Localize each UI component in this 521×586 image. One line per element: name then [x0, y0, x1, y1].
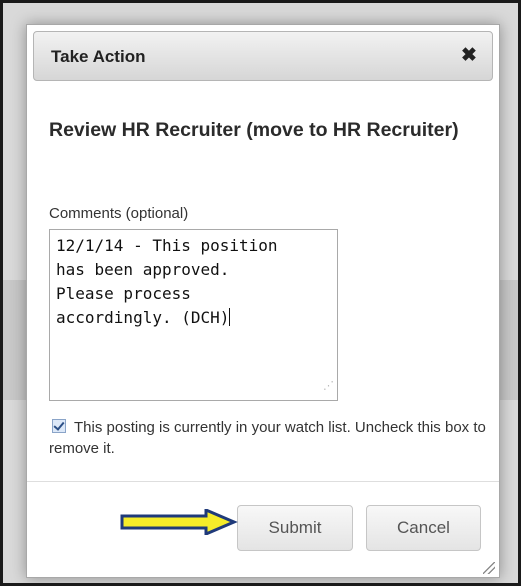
dialog-titlebar[interactable]: Take Action ✖: [33, 31, 493, 81]
cancel-button[interactable]: Cancel: [366, 505, 481, 551]
text-cursor: [229, 308, 231, 326]
watch-list-text: This posting is currently in your watch …: [49, 419, 486, 457]
action-heading: Review HR Recruiter (move to HR Recruite…: [49, 119, 459, 141]
take-action-dialog: Take Action ✖ Review HR Recruiter (move …: [26, 24, 500, 578]
submit-button[interactable]: Submit: [237, 505, 353, 551]
dialog-resize-icon[interactable]: [483, 562, 495, 574]
dialog-title: Take Action: [51, 47, 146, 66]
background-page-strip: [500, 280, 521, 400]
textarea-resize-icon[interactable]: ⋰: [323, 374, 334, 398]
background-page-strip: [0, 280, 26, 400]
watch-list-row: This posting is currently in your watch …: [49, 417, 489, 459]
arrow-right-icon: [120, 509, 238, 535]
comments-label: Comments (optional): [49, 205, 189, 222]
comments-textarea[interactable]: 12/1/14 - This position has been approve…: [49, 229, 338, 401]
button-divider: [27, 481, 499, 482]
watch-list-checkbox[interactable]: [52, 419, 66, 433]
comments-text: 12/1/14 - This position has been approve…: [56, 236, 278, 327]
close-icon[interactable]: ✖: [457, 43, 481, 67]
